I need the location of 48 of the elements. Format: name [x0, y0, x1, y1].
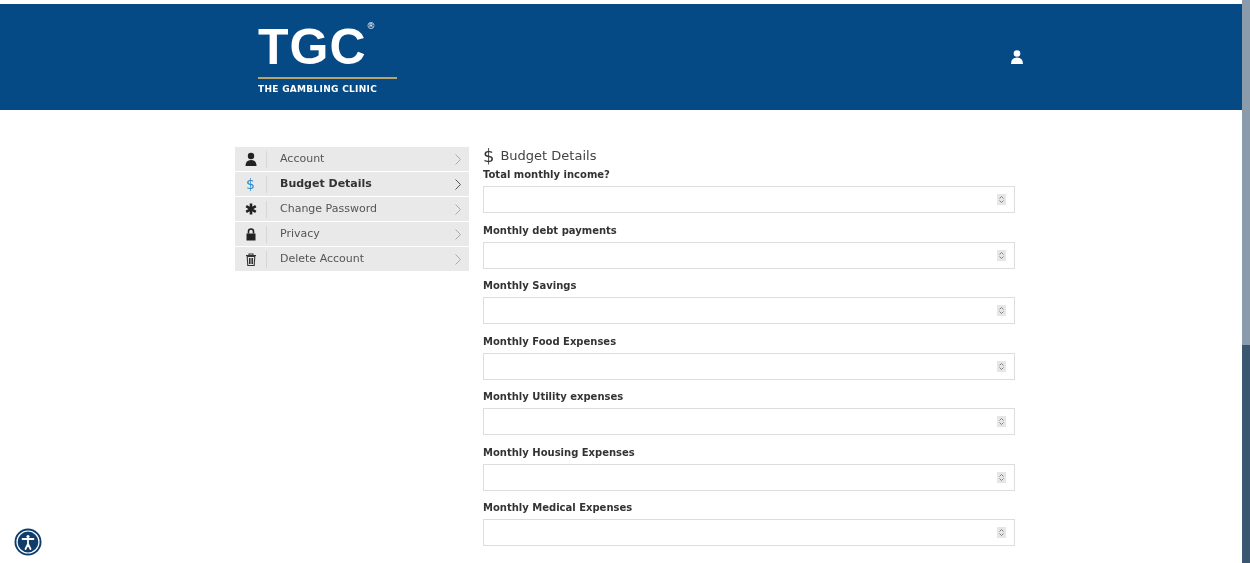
- sidebar-item[interactable]: $ Budget Details: [235, 172, 469, 197]
- sidebar-label[interactable]: Delete Account: [267, 250, 455, 268]
- trash-icon: [243, 251, 258, 267]
- sidebar-item[interactable]: Privacy: [235, 222, 469, 247]
- field-label: Monthly Food Expenses: [483, 334, 618, 348]
- number-field[interactable]: [483, 352, 1015, 380]
- number-field[interactable]: [483, 408, 1015, 435]
- dollar-icon: $: [483, 146, 495, 166]
- user-icon: [243, 151, 258, 167]
- field-label: Monthly Savings: [483, 279, 578, 292]
- sidebar-item[interactable]: Change Password: [235, 197, 469, 222]
- number-field[interactable]: [483, 241, 1015, 269]
- accessibility-icon[interactable]: [14, 528, 42, 556]
- logo-text: TGC: [258, 21, 367, 72]
- number-field[interactable]: [483, 186, 1015, 213]
- field-label: Monthly Utility expenses: [483, 390, 625, 403]
- spinner-icon[interactable]: [997, 416, 1006, 427]
- sidebar-label[interactable]: Budget Details: [267, 175, 455, 193]
- registered-mark: ®: [366, 21, 376, 31]
- field-label: Monthly Medical Expenses: [483, 501, 634, 514]
- sidebar-item[interactable]: Delete Account: [235, 247, 469, 272]
- field-label: Monthly Housing Expenses: [483, 445, 636, 459]
- section-title: Budget Details: [500, 147, 597, 165]
- logo-tagline: THE GAMBLING CLINIC: [258, 82, 379, 96]
- chevron-icon: [455, 228, 461, 240]
- spinner-icon[interactable]: [997, 194, 1006, 205]
- user-icon[interactable]: [1011, 50, 1023, 64]
- field-label: Total monthly income?: [483, 168, 611, 181]
- spinner-icon[interactable]: [997, 360, 1006, 372]
- scrollbar-thumb[interactable]: [1242, 345, 1250, 563]
- field-label: Monthly debt payments: [483, 223, 618, 237]
- number-field[interactable]: [483, 519, 1015, 546]
- chevron-icon: [455, 178, 461, 190]
- sidebar-label[interactable]: Change Password: [267, 200, 455, 218]
- sidebar-item[interactable]: Account: [235, 147, 469, 172]
- spinner-icon[interactable]: [997, 471, 1006, 483]
- spinner-icon[interactable]: [997, 527, 1006, 538]
- number-field[interactable]: [483, 463, 1015, 491]
- chevron-icon: [455, 153, 461, 165]
- spinner-icon[interactable]: [997, 249, 1006, 261]
- sidebar-label[interactable]: Privacy: [267, 225, 455, 243]
- number-field[interactable]: [483, 297, 1015, 324]
- dollar-icon: $: [246, 177, 255, 191]
- sidebar-label[interactable]: Account: [267, 150, 455, 168]
- chevron-icon: [455, 253, 461, 265]
- chevron-icon: [455, 203, 461, 215]
- asterisk-icon: [243, 201, 258, 217]
- spinner-icon[interactable]: [997, 305, 1006, 316]
